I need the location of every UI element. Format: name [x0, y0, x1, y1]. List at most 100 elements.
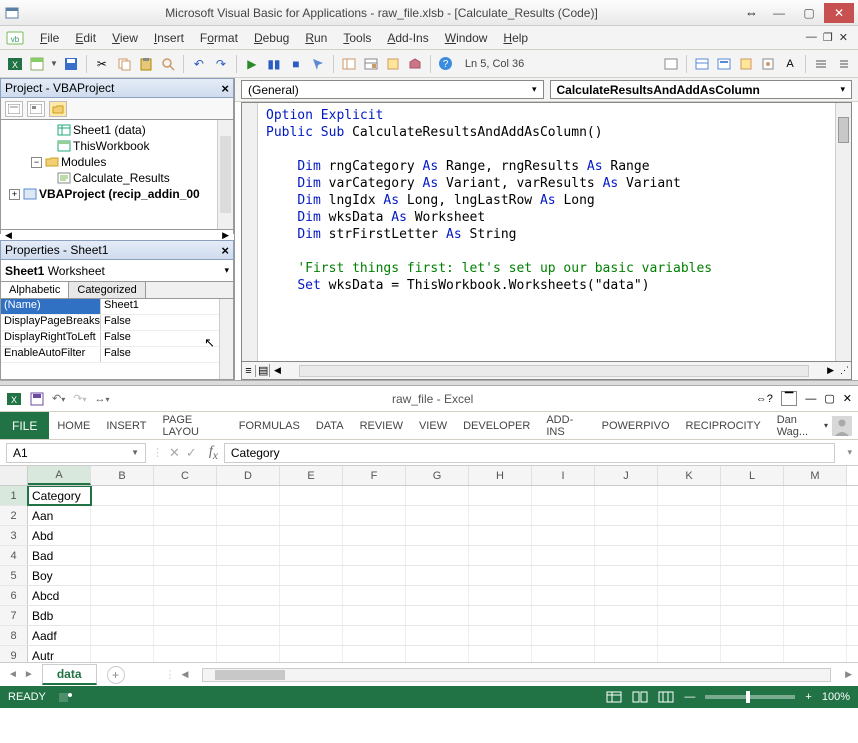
row-header[interactable]: 3 — [0, 526, 28, 545]
reset-icon[interactable]: ■ — [287, 55, 305, 73]
ribbon-tab-developer[interactable]: DEVELOPER — [455, 412, 538, 439]
insert-module-icon[interactable] — [28, 55, 46, 73]
cell[interactable] — [154, 506, 217, 525]
cell[interactable] — [721, 546, 784, 565]
toolbar-extra-7-icon[interactable] — [812, 55, 830, 73]
row-header[interactable]: 8 — [0, 626, 28, 645]
excel-minimize-button[interactable]: — — [805, 393, 816, 405]
ribbon-tab-page-layout[interactable]: PAGE LAYOU — [154, 412, 230, 439]
toolbar-extra-2-icon[interactable] — [693, 55, 711, 73]
resize-grip-icon[interactable]: ⋰ — [838, 365, 851, 376]
tree-scrollbar[interactable] — [217, 120, 233, 229]
tab-categorized[interactable]: Categorized — [69, 282, 145, 298]
cell[interactable] — [154, 606, 217, 625]
select-all-corner[interactable] — [0, 466, 28, 485]
enter-formula-icon[interactable]: ✓ — [186, 445, 197, 461]
cell[interactable] — [595, 506, 658, 525]
cell[interactable] — [280, 546, 343, 565]
ribbon-tab-view[interactable]: VIEW — [411, 412, 455, 439]
procedure-view-icon[interactable]: ≡ — [242, 365, 256, 377]
paste-icon[interactable] — [137, 55, 155, 73]
tree-module-calculate[interactable]: Calculate_Results — [73, 171, 170, 185]
row-header[interactable]: 2 — [0, 506, 28, 525]
ribbon-user[interactable]: Dan Wag...▾ — [769, 412, 858, 439]
cell[interactable] — [658, 506, 721, 525]
ribbon-display-options-icon[interactable]: ▔ — [781, 391, 797, 406]
new-sheet-button[interactable]: + — [107, 666, 125, 684]
object-browser-icon[interactable] — [384, 55, 402, 73]
expand-formula-bar-icon[interactable]: ▾ — [841, 447, 858, 458]
tab-alphabetic[interactable]: Alphabetic — [1, 282, 69, 298]
project-tree[interactable]: Sheet1 (data) ThisWorkbook −Modules Calc… — [0, 120, 234, 230]
code-hscrollbar[interactable] — [299, 365, 809, 377]
cell[interactable] — [469, 586, 532, 605]
col-header-H[interactable]: H — [469, 466, 532, 485]
col-header-F[interactable]: F — [343, 466, 406, 485]
cell[interactable] — [406, 646, 469, 662]
col-header-B[interactable]: B — [91, 466, 154, 485]
cell[interactable] — [532, 586, 595, 605]
cell[interactable] — [532, 526, 595, 545]
ribbon-tab-review[interactable]: REVIEW — [352, 412, 411, 439]
cell[interactable] — [721, 566, 784, 585]
menu-tools[interactable]: Tools — [335, 29, 379, 47]
cell[interactable] — [280, 586, 343, 605]
formula-input[interactable]: Category — [224, 443, 836, 463]
cell[interactable] — [595, 626, 658, 645]
cell[interactable] — [217, 546, 280, 565]
menu-window[interactable]: Window — [437, 29, 496, 47]
cell[interactable]: Aadf — [28, 626, 91, 645]
break-icon[interactable]: ▮▮ — [265, 55, 283, 73]
cell[interactable] — [784, 606, 847, 625]
tree-collapse-icon[interactable]: − — [31, 157, 42, 168]
cell[interactable] — [406, 566, 469, 585]
cell[interactable] — [469, 506, 532, 525]
ribbon-tab-formulas[interactable]: FORMULAS — [231, 412, 308, 439]
cell[interactable] — [469, 626, 532, 645]
menu-file[interactable]: File — [32, 29, 67, 47]
cell[interactable] — [784, 586, 847, 605]
tree-sheet1[interactable]: Sheet1 (data) — [73, 123, 146, 137]
properties-scrollbar[interactable] — [219, 299, 233, 379]
cell[interactable] — [532, 606, 595, 625]
row-header[interactable]: 4 — [0, 546, 28, 565]
maximize-button[interactable]: ▢ — [794, 3, 824, 23]
excel-close-button[interactable]: ✕ — [843, 392, 852, 405]
toolbar-extra-5-icon[interactable] — [759, 55, 777, 73]
cell[interactable] — [343, 506, 406, 525]
cell[interactable] — [406, 526, 469, 545]
col-header-A[interactable]: A — [28, 466, 91, 485]
macro-record-icon[interactable] — [58, 690, 72, 704]
toolbar-extra-4-icon[interactable] — [737, 55, 755, 73]
cell[interactable] — [784, 506, 847, 525]
col-header-J[interactable]: J — [595, 466, 658, 485]
properties-object-combo[interactable]: Sheet1 Worksheet ▾ — [0, 260, 234, 282]
cell[interactable] — [469, 606, 532, 625]
cell[interactable] — [784, 526, 847, 545]
col-header-K[interactable]: K — [658, 466, 721, 485]
cell[interactable] — [784, 646, 847, 662]
menu-help[interactable]: Help — [495, 29, 536, 47]
undo-icon[interactable]: ↶ — [190, 55, 208, 73]
hscroll-right-icon[interactable]: ▶ — [823, 365, 838, 376]
cell[interactable] — [721, 526, 784, 545]
excel-grid[interactable]: A B C D E F G H I J K L M 1Category2Aan3… — [0, 466, 858, 662]
help-icon[interactable]: ? — [437, 55, 455, 73]
cell[interactable] — [784, 566, 847, 585]
cell[interactable] — [217, 626, 280, 645]
cell[interactable] — [280, 626, 343, 645]
cell[interactable] — [154, 646, 217, 662]
ribbon-tab-addins[interactable]: ADD-INS — [538, 412, 593, 439]
cell[interactable] — [721, 626, 784, 645]
cell[interactable] — [217, 506, 280, 525]
tree-expand-icon[interactable]: + — [9, 189, 20, 200]
child-close-button[interactable]: ✕ — [839, 31, 848, 44]
menu-debug[interactable]: Debug — [246, 29, 297, 47]
sheet-nav-prev-icon[interactable]: ◄ — [8, 669, 18, 680]
cell[interactable] — [595, 606, 658, 625]
sheet-tab-data[interactable]: data — [42, 664, 97, 685]
cell[interactable] — [154, 526, 217, 545]
toolbar-extra-3-icon[interactable] — [715, 55, 733, 73]
menu-format[interactable]: Format — [192, 29, 246, 47]
ribbon-tab-home[interactable]: HOME — [49, 412, 98, 439]
